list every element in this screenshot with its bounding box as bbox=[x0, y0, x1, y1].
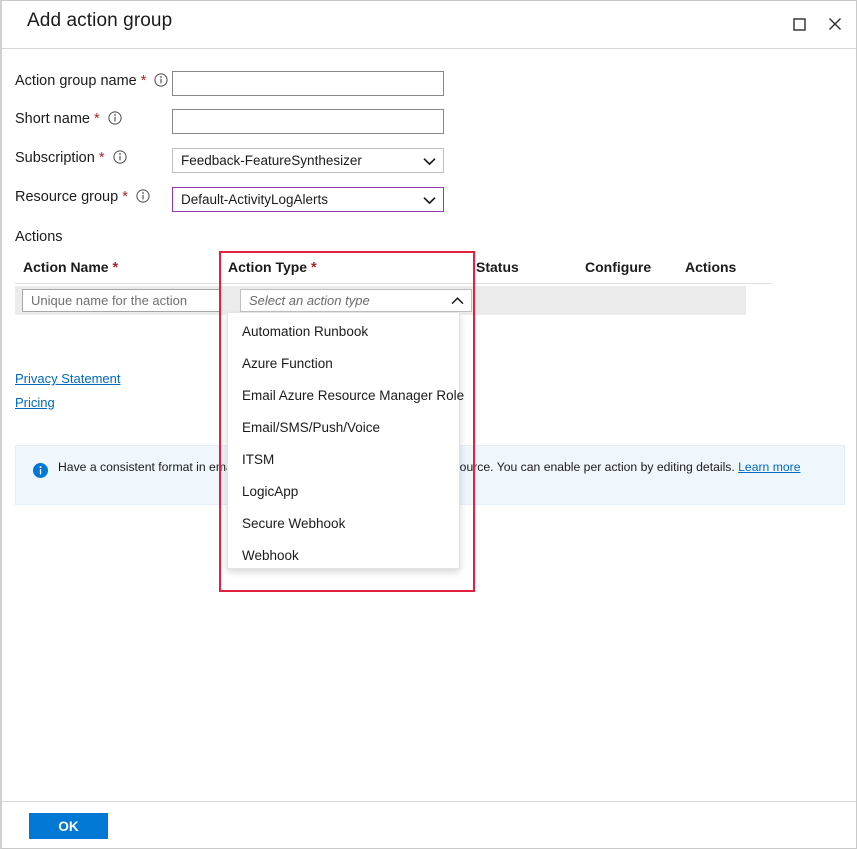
required-asterisk: * bbox=[122, 189, 128, 205]
subscription-value: Feedback-FeatureSynthesizer bbox=[181, 153, 362, 168]
label-text: Short name bbox=[15, 111, 90, 127]
chevron-down-icon bbox=[423, 188, 436, 211]
maximize-icon[interactable] bbox=[782, 7, 816, 41]
column-label: Action Name bbox=[23, 259, 109, 275]
info-icon bbox=[33, 463, 48, 478]
dropdown-option-secure-webhook[interactable]: Secure Webhook bbox=[228, 508, 459, 540]
dropdown-option-logicapp[interactable]: LogicApp bbox=[228, 476, 459, 508]
actions-table-row: Select an action type bbox=[15, 286, 746, 315]
action-name-input[interactable] bbox=[22, 289, 220, 312]
footer-divider bbox=[2, 801, 856, 802]
dropdown-option-webhook[interactable]: Webhook bbox=[228, 540, 459, 572]
label-resource-group: Resource group * bbox=[15, 189, 150, 205]
label-short-name: Short name * bbox=[15, 111, 122, 127]
dropdown-option-itsm[interactable]: ITSM bbox=[228, 444, 459, 476]
chevron-up-glyph bbox=[451, 297, 464, 305]
dropdown-option-email-azure-resource-manager-role[interactable]: Email Azure Resource Manager Role bbox=[228, 380, 459, 412]
action-group-name-input[interactable] bbox=[172, 71, 444, 96]
dropdown-option-email-sms-push-voice[interactable]: Email/SMS/Push/Voice bbox=[228, 412, 459, 444]
action-type-dropdown-panel: Automation Runbook Azure Function Email … bbox=[227, 313, 460, 569]
chevron-down-icon bbox=[423, 149, 436, 172]
resource-group-select[interactable]: Default-ActivityLogAlerts bbox=[172, 187, 444, 212]
dropdown-option-azure-function[interactable]: Azure Function bbox=[228, 348, 459, 380]
required-asterisk: * bbox=[112, 260, 118, 276]
info-icon[interactable] bbox=[136, 189, 150, 203]
label-text: Resource group bbox=[15, 189, 118, 205]
info-glyph bbox=[154, 73, 168, 87]
info-glyph bbox=[136, 189, 150, 203]
required-asterisk: * bbox=[99, 150, 105, 166]
dialog-title: Add action group bbox=[27, 10, 172, 32]
chevron-down-glyph bbox=[423, 157, 436, 165]
dropdown-option-automation-runbook[interactable]: Automation Runbook bbox=[228, 316, 459, 348]
column-header-configure: Configure bbox=[585, 259, 651, 275]
column-header-actions: Actions bbox=[685, 259, 736, 275]
label-text: Action group name bbox=[15, 73, 137, 89]
column-header-action-type: Action Type * bbox=[228, 259, 317, 276]
subscription-select[interactable]: Feedback-FeatureSynthesizer bbox=[172, 148, 444, 173]
required-asterisk: * bbox=[141, 73, 147, 89]
column-label: Action Type bbox=[228, 259, 307, 275]
actions-table-header: Action Name * Action Type * Status Confi… bbox=[15, 259, 772, 284]
maximize-glyph bbox=[793, 18, 806, 31]
info-icon[interactable] bbox=[154, 73, 168, 87]
info-glyph bbox=[108, 111, 122, 125]
action-type-combobox[interactable]: Select an action type bbox=[240, 289, 472, 312]
action-type-placeholder: Select an action type bbox=[249, 293, 370, 308]
chevron-down-glyph bbox=[423, 196, 436, 204]
dialog-titlebar: Add action group bbox=[2, 1, 856, 49]
label-text: Subscription bbox=[15, 150, 95, 166]
info-glyph-filled bbox=[33, 463, 48, 478]
close-glyph bbox=[828, 17, 842, 31]
add-action-group-dialog: Add action group Action group name * bbox=[0, 0, 857, 849]
privacy-statement-link[interactable]: Privacy Statement bbox=[15, 371, 121, 386]
info-icon[interactable] bbox=[108, 111, 122, 125]
required-asterisk: * bbox=[94, 111, 100, 127]
required-asterisk: * bbox=[311, 260, 317, 276]
column-header-action-name: Action Name * bbox=[23, 259, 118, 276]
chevron-up-icon bbox=[451, 292, 464, 310]
column-header-status: Status bbox=[476, 259, 519, 275]
label-subscription: Subscription * bbox=[15, 150, 127, 166]
label-action-group-name: Action group name * bbox=[15, 73, 168, 89]
info-icon[interactable] bbox=[113, 150, 127, 164]
close-icon[interactable] bbox=[818, 7, 852, 41]
learn-more-link[interactable]: Learn more bbox=[738, 460, 800, 474]
resource-group-value: Default-ActivityLogAlerts bbox=[181, 192, 328, 207]
actions-section-heading: Actions bbox=[15, 229, 63, 245]
info-glyph bbox=[113, 150, 127, 164]
ok-button[interactable]: OK bbox=[29, 813, 108, 839]
short-name-input[interactable] bbox=[172, 109, 444, 134]
pricing-link[interactable]: Pricing bbox=[15, 395, 55, 410]
